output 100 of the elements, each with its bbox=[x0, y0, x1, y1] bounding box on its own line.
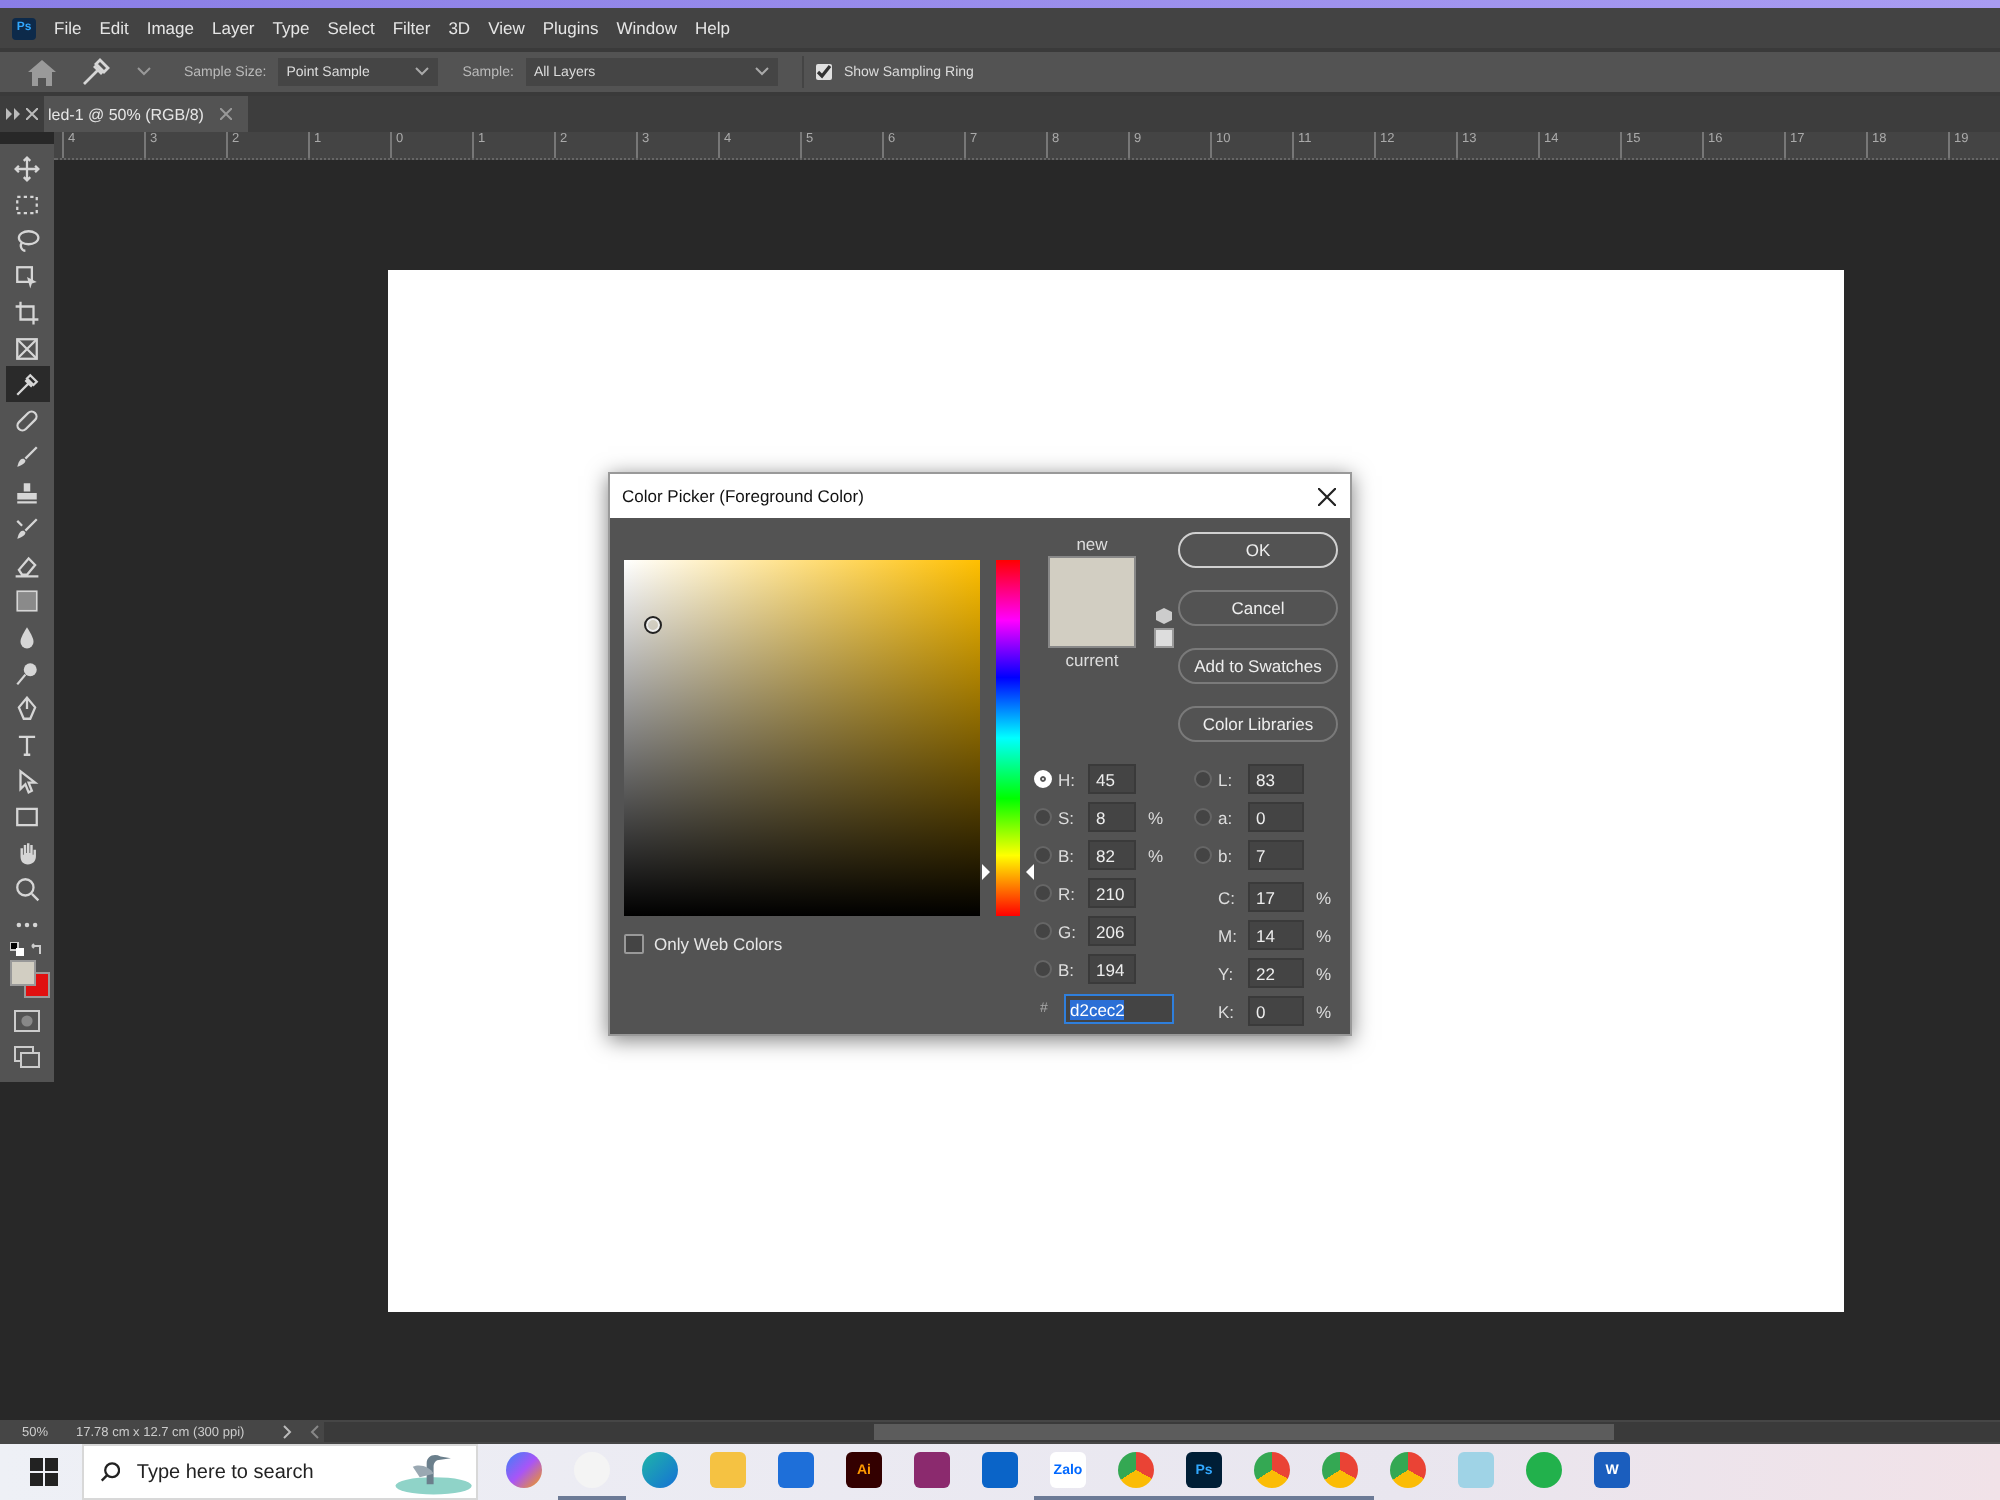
menu-item[interactable]: 3D bbox=[448, 18, 471, 38]
cube-icon[interactable] bbox=[1156, 608, 1172, 624]
value-field[interactable]: 8 bbox=[1088, 802, 1136, 832]
value-field[interactable]: 83 bbox=[1248, 764, 1304, 794]
menu-item[interactable]: Select bbox=[327, 18, 375, 38]
hex-field[interactable]: d2cec2 bbox=[1064, 994, 1174, 1024]
slider-arrows-icon[interactable] bbox=[982, 863, 1034, 880]
menu-item[interactable]: Help bbox=[694, 18, 730, 38]
chevron-right-icon[interactable] bbox=[282, 1424, 292, 1440]
swap-colors-icon[interactable] bbox=[29, 942, 43, 956]
field-label: C: bbox=[1218, 887, 1237, 907]
app-icon bbox=[1390, 1452, 1426, 1488]
color-swatches[interactable] bbox=[9, 960, 49, 998]
menu-item[interactable]: Layer bbox=[211, 18, 255, 38]
caret-icon[interactable] bbox=[753, 66, 770, 78]
sampling-ring-checkbox[interactable] bbox=[815, 64, 832, 80]
radio-button[interactable] bbox=[1194, 808, 1212, 826]
menu-item[interactable]: Plugins bbox=[542, 18, 599, 38]
new-label: new bbox=[1076, 532, 1108, 556]
crop-icon bbox=[14, 299, 40, 325]
color-preview bbox=[1048, 556, 1136, 648]
type-icon bbox=[14, 731, 40, 757]
web-colors-checkbox[interactable] bbox=[624, 934, 644, 954]
caret-icon[interactable] bbox=[414, 66, 431, 78]
radio-button[interactable] bbox=[1034, 960, 1052, 978]
value-field[interactable]: 82 bbox=[1088, 840, 1136, 870]
menu-item[interactable]: Type bbox=[272, 18, 310, 38]
bandage-icon bbox=[14, 407, 40, 433]
app-icon bbox=[1118, 1452, 1154, 1488]
arrow-pointer-icon bbox=[14, 767, 40, 793]
default-colors-icon[interactable] bbox=[9, 942, 23, 956]
field-label: B: bbox=[1058, 959, 1077, 979]
chevron-left-icon[interactable] bbox=[310, 1424, 320, 1440]
menu-item[interactable]: Edit bbox=[99, 18, 129, 38]
search-icon bbox=[100, 1460, 121, 1484]
tool-button[interactable] bbox=[5, 366, 49, 402]
dialog-button[interactable]: OK bbox=[1178, 532, 1338, 568]
menu-item[interactable]: View bbox=[488, 18, 525, 38]
radio-button[interactable] bbox=[1034, 808, 1052, 826]
value-field[interactable]: 194 bbox=[1088, 954, 1136, 984]
eyedropper-icon[interactable] bbox=[80, 56, 112, 88]
dialog-title: Color Picker (Foreground Color) bbox=[622, 486, 864, 506]
menu-item[interactable]: Window bbox=[616, 18, 677, 38]
color-marker[interactable] bbox=[644, 616, 663, 635]
value-field[interactable]: 210 bbox=[1088, 878, 1136, 908]
unit-label: % bbox=[1316, 887, 1332, 907]
color-field[interactable] bbox=[624, 560, 980, 916]
radio-button[interactable] bbox=[1034, 922, 1052, 940]
menu-item[interactable]: Filter bbox=[392, 18, 431, 38]
value-field[interactable]: 0 bbox=[1248, 802, 1304, 832]
web-colors-label: Only Web Colors bbox=[654, 934, 783, 954]
value-field[interactable]: 17 bbox=[1248, 882, 1304, 912]
quick-mask-icon[interactable] bbox=[14, 1009, 40, 1031]
menu-item[interactable]: Image bbox=[146, 18, 194, 38]
move-icon bbox=[14, 155, 40, 181]
menu-item[interactable]: File bbox=[54, 18, 82, 38]
web-safe-swatch[interactable] bbox=[1154, 628, 1174, 648]
dialog-button[interactable]: Color Libraries bbox=[1178, 706, 1338, 742]
rectangle-icon bbox=[14, 803, 40, 829]
app-icon bbox=[914, 1452, 950, 1488]
marquee-icon bbox=[14, 191, 40, 217]
caret-icon[interactable] bbox=[136, 66, 152, 78]
search-bar[interactable]: Type here to search bbox=[82, 1444, 478, 1500]
value-field[interactable]: 7 bbox=[1248, 840, 1304, 870]
search-field[interactable]: Type here to search bbox=[132, 1459, 381, 1485]
app-icon bbox=[1526, 1452, 1562, 1488]
dodge-icon bbox=[14, 659, 40, 685]
radio-button[interactable] bbox=[1034, 884, 1052, 902]
current-label: current bbox=[1065, 648, 1119, 672]
field-label: R: bbox=[1058, 883, 1077, 903]
history-brush-icon bbox=[14, 515, 40, 541]
field-label: K: bbox=[1218, 1001, 1237, 1021]
field-label: a: bbox=[1218, 807, 1235, 827]
document-tab[interactable]: led-1 @ 50% (RGB/8) bbox=[44, 96, 248, 132]
value-field[interactable]: 206 bbox=[1088, 916, 1136, 946]
dialog-button[interactable]: Add to Swatches bbox=[1178, 648, 1338, 684]
eraser-icon bbox=[14, 551, 40, 577]
pen-icon bbox=[14, 695, 40, 721]
value-field[interactable]: 45 bbox=[1088, 764, 1136, 794]
object-select-icon bbox=[14, 263, 40, 289]
collapse-icon[interactable] bbox=[6, 108, 20, 120]
windows-icon[interactable] bbox=[30, 1458, 58, 1486]
dialog-button[interactable]: Cancel bbox=[1178, 590, 1338, 626]
scrollbar-thumb[interactable] bbox=[874, 1424, 1614, 1440]
close-icon[interactable] bbox=[1318, 487, 1336, 505]
app-icon bbox=[710, 1452, 746, 1488]
unit-label: % bbox=[1316, 925, 1332, 945]
field-label: G: bbox=[1058, 921, 1078, 941]
screen-mode-icon[interactable] bbox=[14, 1045, 40, 1067]
radio-button[interactable] bbox=[1194, 846, 1212, 864]
app-icon bbox=[778, 1452, 814, 1488]
unit-label: % bbox=[1316, 1001, 1332, 1021]
radio-button[interactable] bbox=[1034, 846, 1052, 864]
field-label: Y: bbox=[1218, 963, 1236, 983]
value-field[interactable]: 14 bbox=[1248, 920, 1304, 950]
radio-button[interactable] bbox=[1194, 770, 1212, 788]
value-field[interactable]: 22 bbox=[1248, 958, 1304, 988]
value-field[interactable]: 0 bbox=[1248, 996, 1304, 1026]
unit-label: % bbox=[1148, 807, 1164, 827]
home-icon[interactable] bbox=[28, 59, 56, 85]
